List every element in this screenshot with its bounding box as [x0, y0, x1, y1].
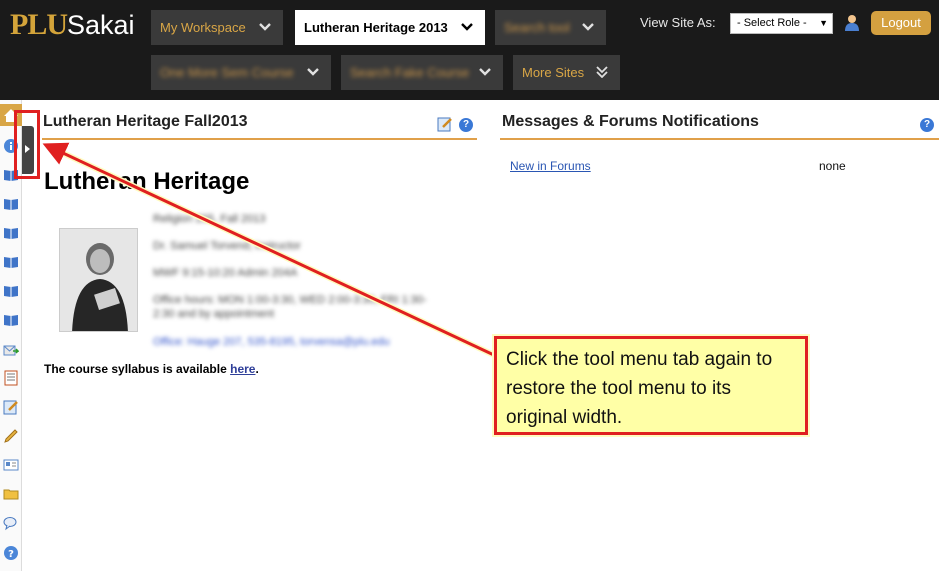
- syllabus-period: .: [255, 362, 259, 376]
- chevron-down-icon: [307, 68, 319, 76]
- view-site-as-label: View Site As:: [640, 15, 716, 30]
- double-chevron-down-icon: [596, 66, 608, 78]
- book-icon[interactable]: [3, 283, 19, 299]
- edit-icon[interactable]: [3, 399, 19, 415]
- syllabus-text: The course syllabus is available: [44, 362, 227, 376]
- luther-portrait-image: [59, 228, 138, 332]
- syllabus-link[interactable]: here: [230, 362, 255, 376]
- edit-icon[interactable]: [437, 116, 453, 132]
- tab-label: Lutheran Heritage 2013: [304, 20, 448, 35]
- role-select-value: - Select Role -: [737, 17, 807, 29]
- role-select[interactable]: - Select Role - ▼: [730, 13, 833, 34]
- logo-plu: PLU: [10, 8, 68, 41]
- tab-my-workspace[interactable]: My Workspace: [151, 10, 283, 45]
- tab-label: More Sites: [522, 65, 585, 80]
- forums-notifications-title: Messages & Forums Notifications: [502, 113, 759, 130]
- tab-label: My Workspace: [160, 20, 246, 35]
- chat-icon[interactable]: [3, 515, 19, 531]
- site-header: PLUSakai My Workspace Lutheran Heritage …: [0, 0, 939, 100]
- logo-sakai: Sakai: [67, 10, 135, 40]
- help-icon[interactable]: ?: [459, 118, 473, 132]
- page-heading: Lutheran Heritage: [44, 168, 250, 195]
- tab-highlight-box: [14, 110, 40, 179]
- instruction-callout: Click the tool menu tab again to restore…: [494, 336, 808, 435]
- book-icon[interactable]: [3, 254, 19, 270]
- office-hours-cont: 2:30 and by appointment: [153, 308, 275, 320]
- dropdown-arrow-icon: ▼: [819, 18, 828, 28]
- chevron-down-icon: [582, 23, 594, 31]
- tab-site-5[interactable]: Search Fake Course: [341, 55, 503, 90]
- help-icon[interactable]: ?: [920, 118, 934, 132]
- syllabus-notice: The course syllabus is available here.: [44, 362, 259, 376]
- new-in-forums-link[interactable]: New in Forums: [510, 159, 591, 173]
- folder-icon[interactable]: [3, 486, 19, 502]
- tab-site-3[interactable]: Search tool: [495, 10, 606, 45]
- site-info-title: Lutheran Heritage Fall2013: [43, 113, 248, 130]
- logout-button[interactable]: Logout: [871, 11, 931, 35]
- tab-lutheran-heritage[interactable]: Lutheran Heritage 2013: [295, 10, 485, 45]
- forums-count-value: none: [819, 159, 846, 173]
- portlet-divider: [42, 138, 477, 140]
- tab-more-sites[interactable]: More Sites: [513, 55, 620, 90]
- pencil-icon[interactable]: [3, 428, 19, 444]
- book-icon[interactable]: [3, 196, 19, 212]
- office-hours: Office hours: MON 1:00-3:30, WED 2:00-3:…: [153, 294, 427, 306]
- portlet-divider: [500, 138, 939, 140]
- svg-text:?: ?: [8, 549, 14, 560]
- list-icon[interactable]: [3, 370, 19, 386]
- card-icon[interactable]: [3, 457, 19, 473]
- mail-icon[interactable]: [3, 342, 19, 358]
- course-number: Religion 265, Fall 2013: [153, 213, 266, 225]
- tab-site-4[interactable]: One More Sem Course: [151, 55, 331, 90]
- book-icon[interactable]: [3, 225, 19, 241]
- help-icon[interactable]: ?: [3, 545, 19, 561]
- instructor-name: Dr. Samuel Torvend, instructor: [153, 240, 301, 252]
- office-contact[interactable]: Office: Hauge 207, 535-8195, torvensa@pl…: [153, 336, 390, 348]
- chevron-down-icon: [259, 23, 271, 31]
- chevron-down-icon: [461, 23, 473, 31]
- tab-label: Search tool: [504, 20, 570, 35]
- plu-sakai-logo[interactable]: PLUSakai: [10, 8, 135, 42]
- tab-label: One More Sem Course: [160, 65, 294, 80]
- book-icon[interactable]: [3, 312, 19, 328]
- user-icon[interactable]: [844, 14, 860, 31]
- class-schedule: MWF 9:15-10:20 Admin 204A: [153, 267, 298, 279]
- chevron-down-icon: [479, 68, 491, 76]
- tab-label: Search Fake Course: [350, 65, 470, 80]
